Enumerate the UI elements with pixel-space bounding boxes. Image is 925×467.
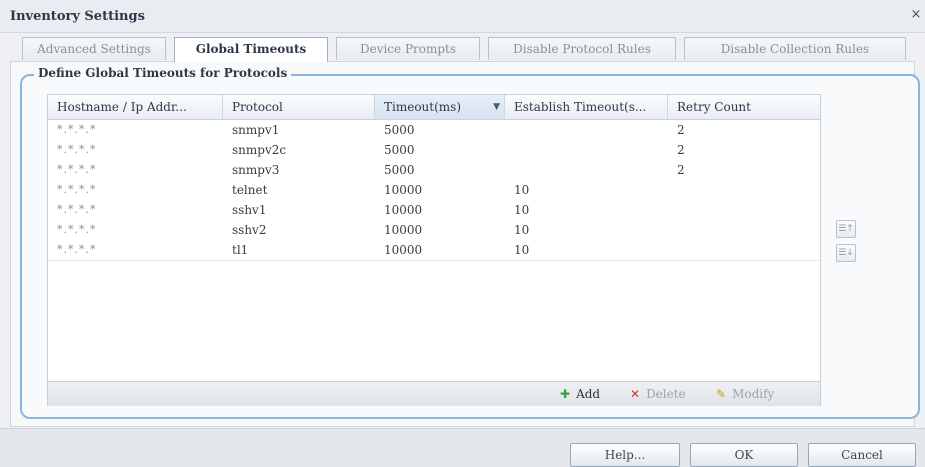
modify-label: Modify	[732, 387, 775, 401]
title-bar: Inventory Settings ×	[0, 0, 925, 33]
cell-hostname: *.*.*.*	[57, 223, 97, 236]
cell-retry-count: 2	[677, 123, 685, 137]
cell-hostname: *.*.*.*	[57, 243, 97, 256]
cell-protocol: snmpv1	[232, 123, 280, 137]
cell-protocol: sshv1	[232, 203, 267, 217]
fieldset-legend: Define Global Timeouts for Protocols	[34, 66, 292, 80]
move-down-icon[interactable]: ☰↓	[836, 244, 856, 262]
cell-protocol: sshv2	[232, 223, 267, 237]
cell-establish-timeout: 10	[514, 223, 530, 237]
add-button[interactable]: ✚ Add	[560, 386, 600, 402]
cell-establish-timeout: 10	[514, 183, 530, 197]
cell-hostname: *.*.*.*	[57, 203, 97, 216]
cell-retry-count	[668, 180, 820, 200]
cell-establish-timeout: 10	[514, 243, 530, 257]
add-label: Add	[576, 387, 601, 401]
cell-timeout: 10000	[384, 223, 423, 237]
column-header-establish-timeout[interactable]: Establish Timeout(s...	[505, 95, 668, 119]
cell-retry-count	[668, 200, 820, 220]
cell-establish-timeout	[505, 120, 668, 140]
cell-hostname: *.*.*.*	[57, 143, 97, 156]
tab-device-prompts[interactable]: Device Prompts	[336, 37, 480, 60]
cell-establish-timeout	[505, 160, 668, 180]
column-header-timeout-label: Timeout(ms)	[384, 100, 461, 114]
tab-disable-collection-rules[interactable]: Disable Collection Rules	[684, 37, 906, 60]
table-row[interactable]: *.*.*.* telnet 10000 10	[48, 180, 820, 201]
cell-timeout: 5000	[384, 143, 415, 157]
table-row[interactable]: *.*.*.* sshv1 10000 10	[48, 200, 820, 221]
cell-retry-count: 2	[677, 163, 685, 177]
tab-advanced-settings[interactable]: Advanced Settings	[22, 37, 166, 60]
table-row[interactable]: *.*.*.* snmpv3 5000 2	[48, 160, 820, 181]
help-button[interactable]: Help...	[570, 443, 680, 467]
tab-disable-protocol-rules[interactable]: Disable Protocol Rules	[488, 37, 676, 60]
delete-label: Delete	[646, 387, 686, 401]
table-row[interactable]: *.*.*.* tl1 10000 10	[48, 240, 820, 261]
cell-hostname: *.*.*.*	[57, 163, 97, 176]
cell-protocol: snmpv3	[232, 163, 280, 177]
delete-icon: ✕	[630, 387, 641, 401]
tab-global-timeouts[interactable]: Global Timeouts	[174, 37, 328, 62]
timeouts-table: Hostname / Ip Addr... Protocol Timeout(m…	[47, 94, 821, 406]
cell-protocol: telnet	[232, 183, 268, 197]
delete-button[interactable]: ✕ Delete	[630, 386, 686, 402]
cell-timeout: 10000	[384, 183, 423, 197]
cell-establish-timeout: 10	[514, 203, 530, 217]
add-icon: ✚	[560, 387, 571, 401]
table-row[interactable]: *.*.*.* snmpv1 5000 2	[48, 120, 820, 141]
inventory-settings-dialog: Inventory Settings × Advanced Settings G…	[0, 0, 925, 467]
cell-establish-timeout	[505, 140, 668, 160]
cell-retry-count	[668, 220, 820, 240]
cell-timeout: 10000	[384, 203, 423, 217]
column-header-timeout[interactable]: Timeout(ms) ▼	[375, 95, 505, 119]
table-row[interactable]: *.*.*.* sshv2 10000 10	[48, 220, 820, 241]
column-header-retry-count[interactable]: Retry Count	[668, 95, 820, 119]
close-icon[interactable]: ×	[909, 7, 923, 23]
table-toolbar: ✚ Add ✕ Delete ✎ Modify	[48, 381, 820, 406]
cell-timeout: 5000	[384, 163, 415, 177]
cancel-button[interactable]: Cancel	[808, 443, 916, 467]
ok-button[interactable]: OK	[690, 443, 798, 467]
column-header-hostname[interactable]: Hostname / Ip Addr...	[48, 95, 223, 119]
modify-button[interactable]: ✎ Modify	[716, 386, 774, 402]
cell-hostname: *.*.*.*	[57, 183, 97, 196]
column-header-protocol[interactable]: Protocol	[223, 95, 375, 119]
modify-icon: ✎	[716, 387, 727, 401]
table-header: Hostname / Ip Addr... Protocol Timeout(m…	[48, 95, 820, 120]
cell-hostname: *.*.*.*	[57, 123, 97, 136]
cell-timeout: 10000	[384, 243, 423, 257]
table-row[interactable]: *.*.*.* snmpv2c 5000 2	[48, 140, 820, 161]
cell-retry-count: 2	[677, 143, 685, 157]
cell-protocol: snmpv2c	[232, 143, 287, 157]
dialog-title: Inventory Settings	[10, 9, 145, 24]
cell-retry-count	[668, 240, 820, 260]
move-up-icon[interactable]: ☰↑	[836, 220, 856, 238]
sort-desc-icon[interactable]: ▼	[493, 95, 500, 119]
cell-timeout: 5000	[384, 123, 415, 137]
cell-protocol: tl1	[232, 243, 249, 257]
